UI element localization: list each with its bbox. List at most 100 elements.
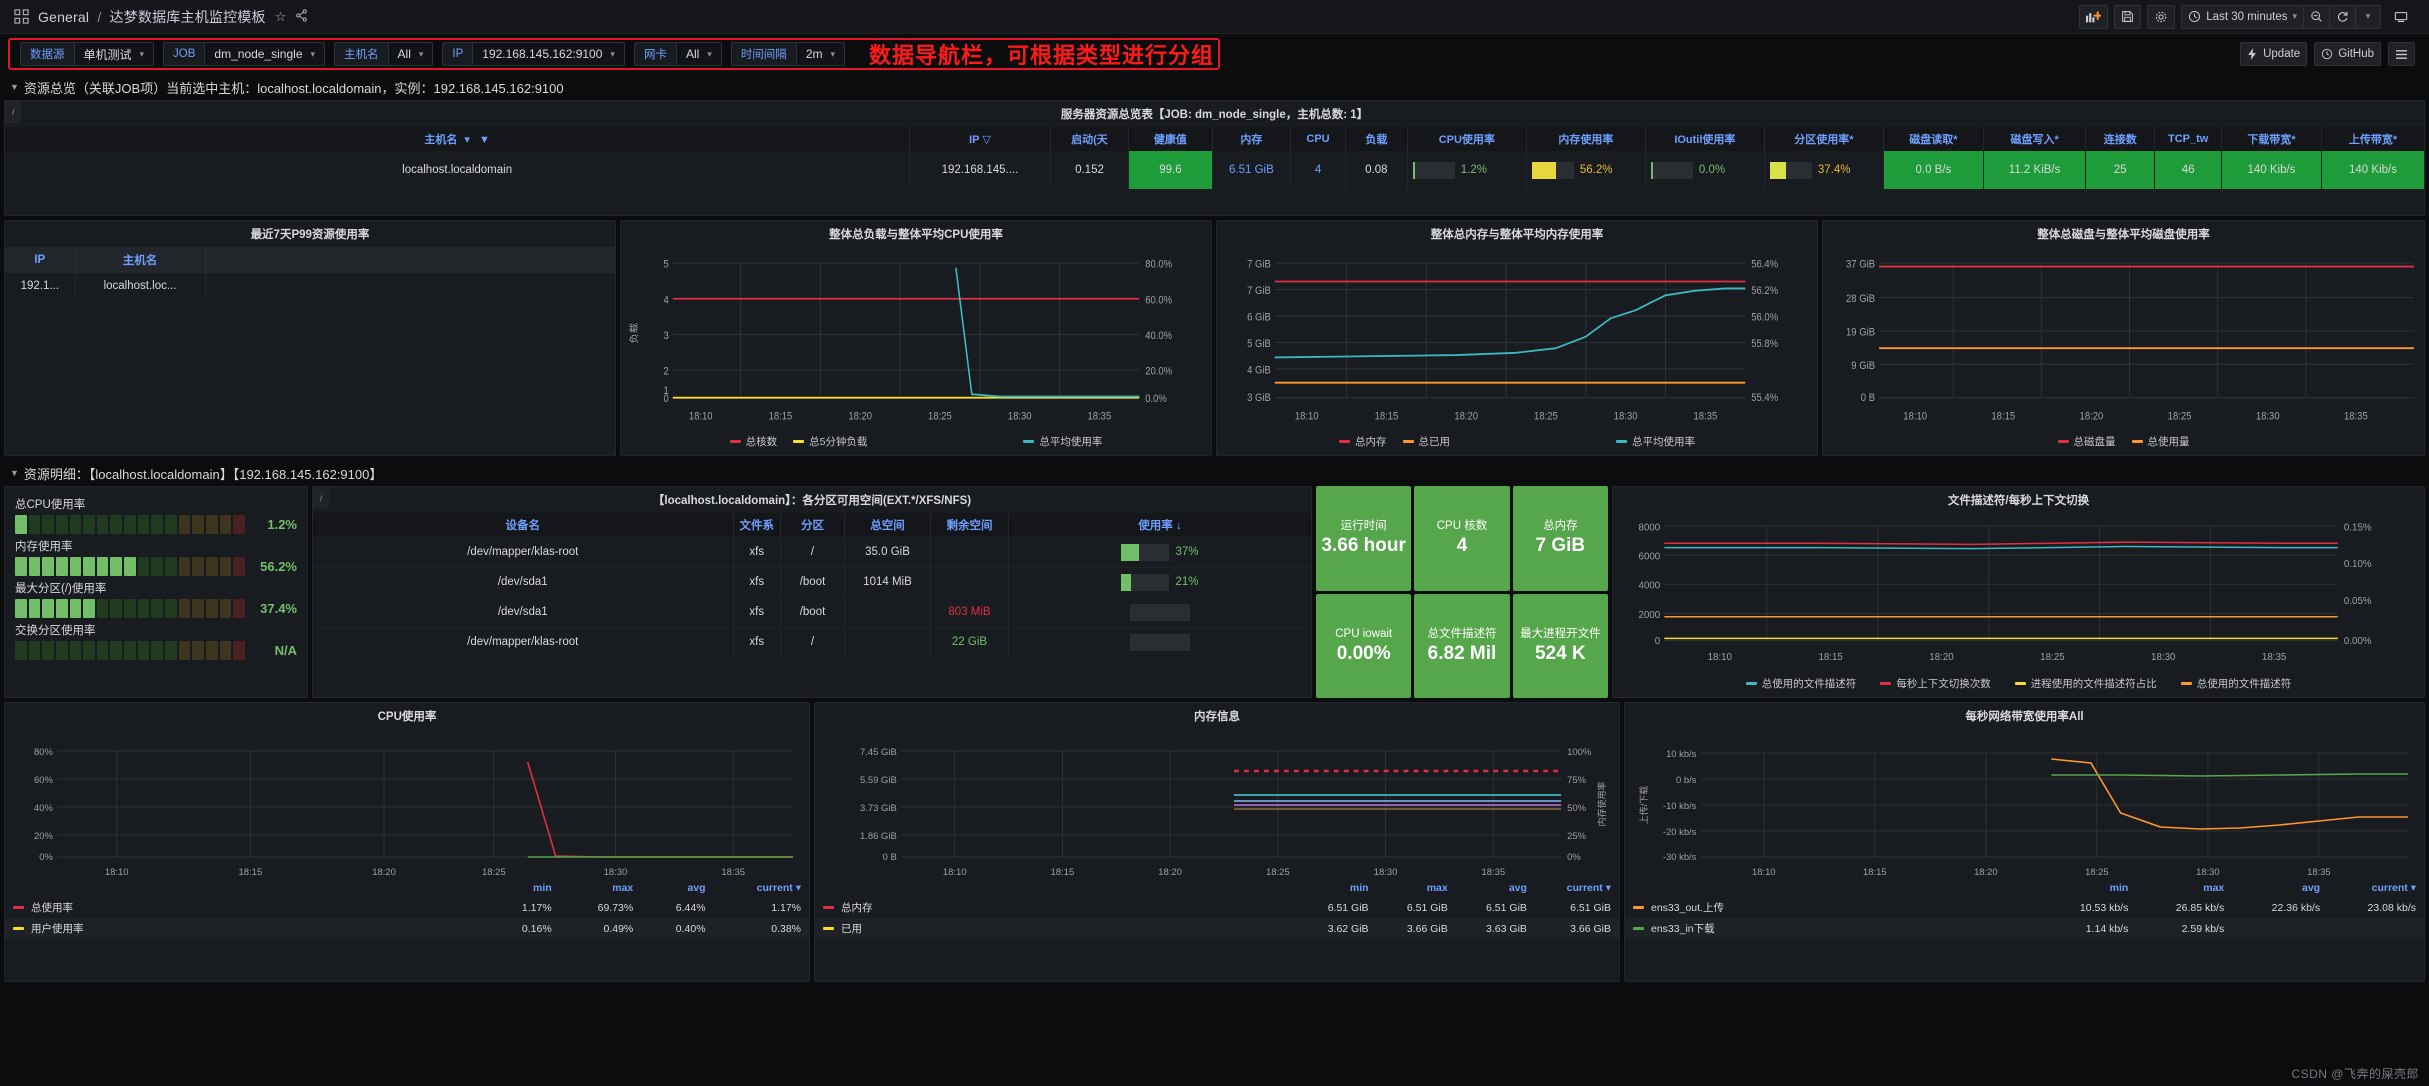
legend-item[interactable]: 总已用 [1402, 434, 1450, 449]
stat-total-memory[interactable]: 总内存 7 GiB [1512, 486, 1608, 591]
row-header-overview[interactable]: ▼ 资源总览（关联JOB项）当前选中主机：localhost.localdoma… [0, 74, 2429, 100]
legend-item[interactable]: 总平均使用率 [1616, 434, 1695, 449]
legend-item[interactable]: 总使用的文件描述符 [1745, 676, 1856, 691]
table-row[interactable]: localhost.localdomain 192.168.145.... 0.… [5, 151, 2424, 189]
col-cpu-usage[interactable]: CPU使用率 [1407, 127, 1527, 151]
legend-row[interactable]: 用户使用率 0.16% 0.49% 0.40% 0.38% [5, 918, 809, 939]
legend-col-avg[interactable]: avg [641, 879, 713, 897]
add-panel-icon[interactable] [2079, 4, 2109, 29]
legend-col-current[interactable]: current ▾ [714, 879, 809, 897]
col-memory[interactable]: 内存 [1212, 127, 1292, 151]
variable-value[interactable]: 单机测试 ▾ [73, 42, 155, 66]
stat-max-proc-fd[interactable]: 最大进程开文件 524 K [1512, 593, 1608, 698]
col-partition[interactable]: 分区使用率* [1764, 127, 1884, 151]
panel-info-icon[interactable]: i [5, 101, 21, 123]
stat-total-fd[interactable]: 总文件描述符 6.82 Mil [1414, 593, 1510, 698]
variable-value[interactable]: dm_node_single ▾ [204, 42, 326, 66]
refresh-interval-dropdown[interactable]: ▾ [2355, 4, 2381, 29]
legend-row[interactable]: ens33_out.上传 10.53 kb/s 26.85 kb/s 22.36… [1625, 897, 2424, 918]
col-total[interactable]: 总空间 [844, 513, 931, 537]
legend-item[interactable]: 进程使用的文件描述符占比 [2014, 676, 2157, 691]
tv-mode-icon[interactable] [2387, 5, 2415, 29]
col-health[interactable]: 健康值 [1128, 127, 1213, 151]
chart-disk-overview[interactable]: 37 GiB 28 GiB 19 GiB 9 GiB 0 B 18:10 18:15 18… [1823, 247, 2424, 431]
table-row[interactable]: /dev/mapper/klas-root xfs / 35.0 GiB 37% [313, 536, 1311, 567]
refresh-icon[interactable] [2329, 4, 2355, 29]
variable-value[interactable]: All ▾ [675, 42, 722, 66]
stat-uptime[interactable]: 运行时间 3.66 hour [1316, 486, 1412, 591]
col-mount[interactable]: 分区 [780, 513, 845, 537]
col-download[interactable]: 下载带宽* [2221, 127, 2322, 151]
legend-col-min[interactable]: min [487, 879, 559, 897]
zoom-out-icon[interactable] [2303, 4, 2329, 29]
variable-job[interactable]: JOB dm_node_single ▾ [163, 42, 326, 66]
col-ioutil[interactable]: IOutil使用率 [1645, 127, 1765, 151]
col-free[interactable]: 剩余空间 [930, 513, 1009, 537]
col-disk-write[interactable]: 磁盘写入* [1983, 127, 2087, 151]
col-ip[interactable]: IP ▽ [909, 127, 1051, 151]
col-upload[interactable]: 上传带宽* [2321, 127, 2424, 151]
col-mem-usage[interactable]: 内存使用率 [1526, 127, 1646, 151]
col-hostname[interactable]: 主机名 [75, 247, 206, 273]
breadcrumb-folder[interactable]: General [38, 9, 89, 25]
col-hostname[interactable]: 主机名 ▾ ▼ [5, 127, 911, 151]
stat-cpu-iowait[interactable]: CPU iowait 0.00% [1316, 593, 1412, 698]
variable-hostname[interactable]: 主机名 All ▾ [334, 42, 434, 66]
legend-col-max[interactable]: max [560, 879, 642, 897]
legend-col-current[interactable]: current ▾ [1535, 879, 1619, 897]
legend-row[interactable]: 总使用率 1.17% 69.73% 6.44% 1.17% [5, 897, 809, 918]
col-uptime[interactable]: 启动(天 [1050, 127, 1130, 151]
legend-col-avg[interactable]: avg [1456, 879, 1535, 897]
legend-item[interactable]: 总磁盘量 [2057, 434, 2116, 449]
legend-item[interactable]: 总平均使用率 [1023, 434, 1102, 449]
star-icon[interactable]: ☆ [275, 9, 287, 25]
github-button[interactable]: GitHub [2314, 42, 2381, 66]
variable-ip[interactable]: IP 192.168.145.162:9100 ▾ [442, 42, 625, 66]
col-device[interactable]: 设备名 [313, 513, 734, 537]
col-connections[interactable]: 连接数 [2085, 127, 2156, 151]
update-button[interactable]: Update [2240, 42, 2308, 66]
col-cpu[interactable]: CPU [1290, 127, 1346, 151]
share-icon[interactable] [295, 8, 308, 25]
chart-cpu-usage[interactable]: 80% 60% 40% 20% 0% 18:10 18:15 18:20 18:25 18:… [5, 729, 809, 879]
chart-network-bandwidth[interactable]: 10 kb/s 0 b/s -10 kb/s -20 kb/s -30 kb/s 上传… [1625, 729, 2424, 879]
legend-col-max[interactable]: max [1377, 879, 1456, 897]
legend-item[interactable]: 总使用的文件描述符 [2180, 676, 2291, 691]
legend-row[interactable]: 总内存 6.51 GiB 6.51 GiB 6.51 GiB 6.51 GiB [815, 897, 1619, 918]
legend-col-current[interactable]: current ▾ [2328, 879, 2424, 897]
time-range-picker[interactable]: Last 30 minutes ▾ [2181, 4, 2303, 29]
legend-item[interactable]: 总内存 [1339, 434, 1387, 449]
col-disk-read[interactable]: 磁盘读取* [1883, 127, 1984, 151]
variable-value[interactable]: 2m ▾ [795, 42, 846, 66]
variable-value[interactable]: All ▾ [387, 42, 434, 66]
legend-item[interactable]: 总使用量 [2131, 434, 2190, 449]
col-ip[interactable]: IP [5, 247, 76, 273]
table-row[interactable]: 192.1... localhost.loc... [5, 273, 615, 299]
chart-load-cpu[interactable]: 543 210 80.0% 60.0% 40.0% 20.0% 0.0% 18:10 1… [621, 247, 1211, 431]
legend-col-min[interactable]: min [1297, 879, 1376, 897]
gear-icon[interactable] [2147, 4, 2176, 29]
variable-value[interactable]: 192.168.145.162:9100 ▾ [472, 42, 625, 66]
panel-info-icon[interactable]: i [313, 487, 329, 509]
col-tcp-tw[interactable]: TCP_tw [2154, 127, 2222, 151]
legend-item[interactable]: 总核数 [729, 434, 777, 449]
legend-row[interactable]: ens33_in下载 1.14 kb/s 2.59 kb/s [1625, 918, 2424, 939]
variable-nic[interactable]: 网卡 All ▾ [633, 42, 722, 66]
table-row[interactable]: /dev/sda1 xfs /boot 1014 MiB 21% [313, 566, 1311, 597]
hamburger-icon[interactable] [2388, 42, 2415, 66]
variable-datasource[interactable]: 数据源 单机测试 ▾ [20, 42, 155, 66]
legend-col-max[interactable]: max [2136, 879, 2232, 897]
stat-cpu-cores[interactable]: CPU 核数 4 [1414, 486, 1510, 591]
variable-interval[interactable]: 时间间隔 2m ▾ [730, 42, 846, 66]
row-header-detail[interactable]: ▼ 资源明细：【localhost.localdomain】【192.168.1… [0, 460, 2429, 486]
legend-item[interactable]: 每秒上下文切换次数 [1880, 676, 1991, 691]
legend-item[interactable]: 总5分钟负载 [793, 434, 867, 449]
legend-col-min[interactable]: min [2040, 879, 2136, 897]
col-usage[interactable]: 使用率 ↓ [1008, 513, 1311, 537]
chart-mem-overview[interactable]: 7 GiB 7 GiB 6 GiB 5 GiB 4 GiB 3 GiB 56.4% 56.… [1217, 247, 1817, 431]
col-load[interactable]: 负载 [1345, 127, 1408, 151]
save-icon[interactable] [2114, 4, 2142, 29]
table-row[interactable]: /dev/sda1 xfs /boot 803 MiB [313, 596, 1311, 627]
col-filesystem[interactable]: 文件系 [733, 513, 781, 537]
chart-fd-ctxswitch[interactable]: 8000 6000 4000 2000 0 0.15% 0.10% 0.05% 0.00%… [1613, 513, 2424, 673]
